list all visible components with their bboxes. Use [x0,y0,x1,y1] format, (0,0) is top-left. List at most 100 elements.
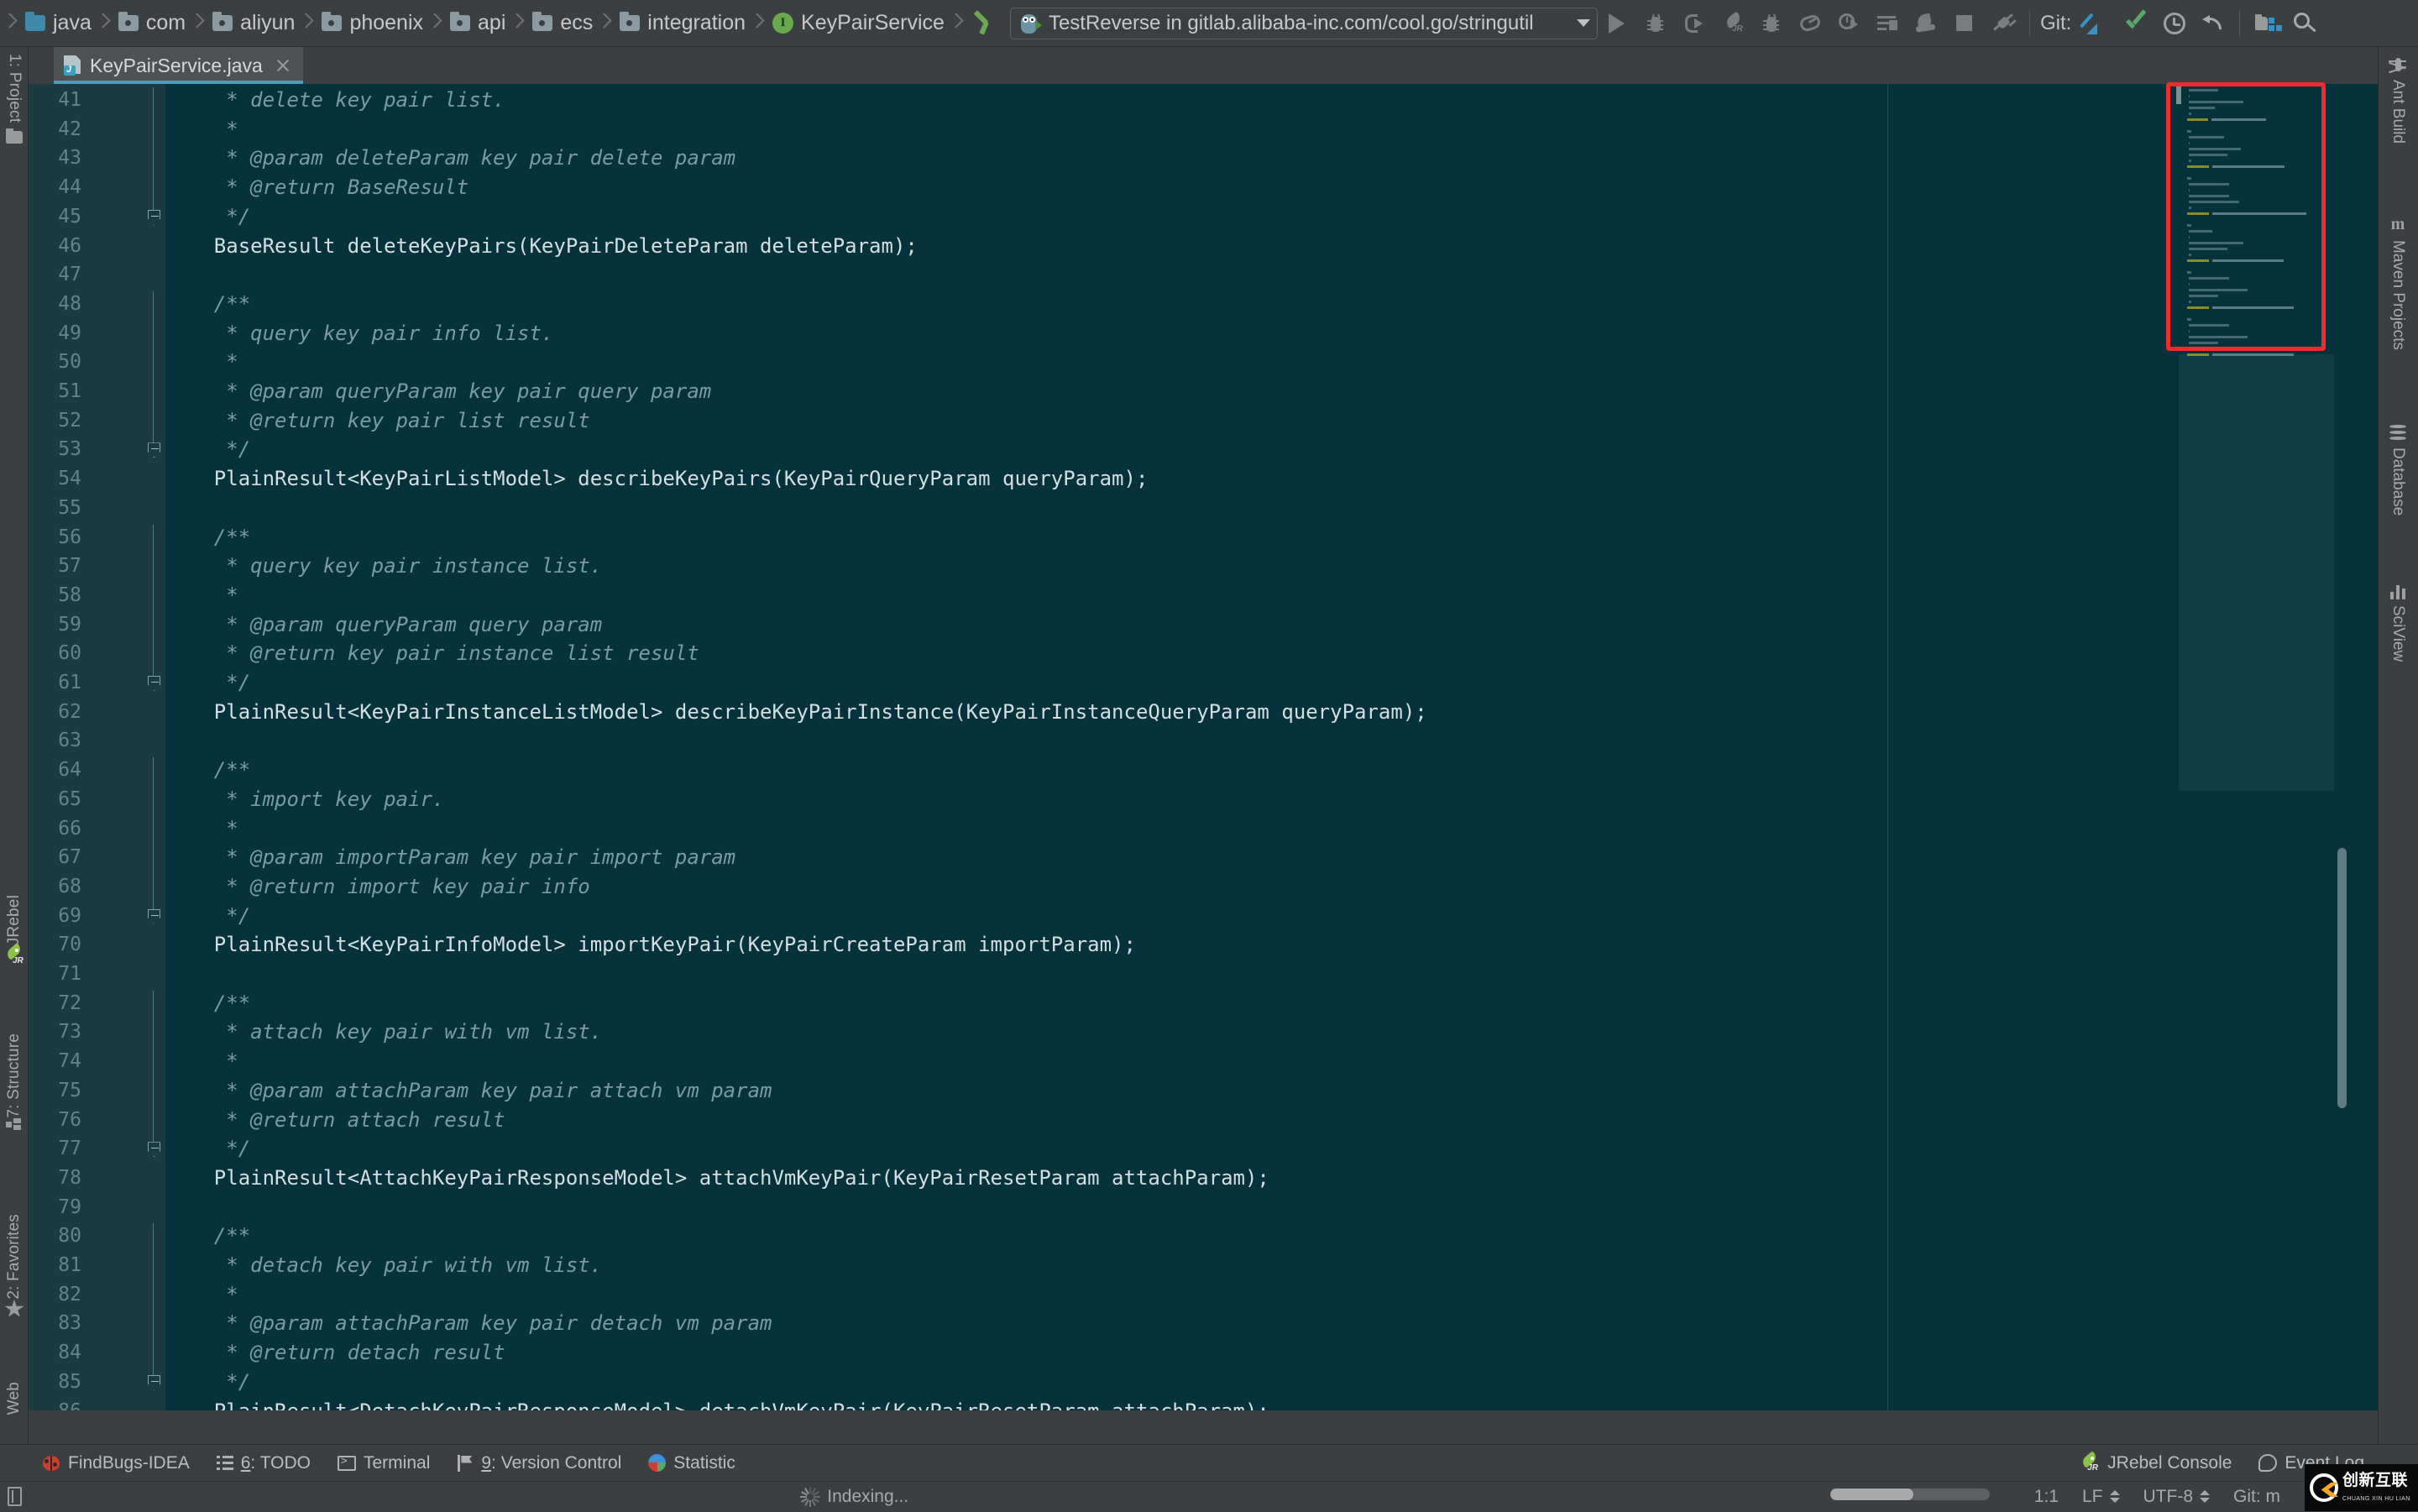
fold-collapse-button[interactable] [148,1142,160,1158]
line-number-gutter[interactable]: 41 42 43 44 45 46 47 48 49 50 51 52 53 54 55 56 57 58 59 60… [29,84,165,1410]
bottom-item-statistic[interactable]: Statistic [635,1445,749,1482]
code-line[interactable]: /** [214,989,250,1018]
profiler-button[interactable] [1791,4,1829,43]
jrebel-run-button[interactable]: JR [1714,4,1752,43]
debug-button[interactable] [1636,4,1675,43]
code-line[interactable]: * @return detach result [226,1338,505,1368]
code-minimap[interactable] [2179,84,2334,1410]
stop-button[interactable] [1945,4,1984,43]
breadcrumb-item-java[interactable]: java [17,0,97,47]
attach-process-button[interactable] [1984,4,2023,43]
sidebar-item-project[interactable]: 1: Project [0,54,29,144]
make-project-icon[interactable] [970,11,995,36]
code-line[interactable]: * @param attachParam key pair detach vm … [226,1309,772,1338]
caret-position[interactable]: 1:1 [2023,1482,2070,1512]
code-line[interactable]: * @param attachParam key pair attach vm … [226,1076,772,1106]
code-line[interactable]: * [226,115,238,144]
code-line[interactable]: * query key pair info list. [226,319,553,348]
code-line[interactable]: /** [214,290,250,319]
code-line[interactable]: PlainResult<KeyPairInfoModel> importKeyP… [214,930,1136,960]
git-commit-button[interactable] [2117,4,2155,43]
code-line[interactable]: * @param queryParam key pair query param [226,377,711,406]
sidebar-item-jrebel[interactable]: JRebel JR [0,895,29,972]
fold-collapse-button[interactable] [148,442,160,458]
code-line[interactable]: PlainResult<DetachKeyPairResponseModel> … [214,1397,1269,1411]
code-line[interactable]: * [226,1280,238,1310]
code-line[interactable]: * @param deleteParam key pair delete par… [226,144,735,173]
code-line[interactable]: * [226,348,238,377]
breadcrumb-item-keypairservice[interactable]: I KeyPairService [764,0,950,47]
fold-collapse-button[interactable] [148,676,160,691]
code-line[interactable]: * [226,1047,238,1076]
run-with-history-button[interactable] [1829,4,1868,43]
run-dashboard-button[interactable] [1868,4,1907,43]
breadcrumb-item-aliyun[interactable]: aliyun [204,0,300,47]
code-editor[interactable]: 41 42 43 44 45 46 47 48 49 50 51 52 53 54 55 56 57 58 59 60… [29,84,2378,1410]
sidebar-item-web[interactable]: Web [0,1382,29,1415]
sidebar-item-ant-build[interactable]: Ant Build [2378,55,2418,144]
code-line[interactable]: * @return attach result [226,1106,505,1135]
bottom-item-findbugs[interactable]: FindBugs-IDEA [29,1445,203,1482]
code-line[interactable]: */ [226,668,250,698]
code-line[interactable]: * attach key pair with vm list. [226,1018,602,1047]
line-separator-selector[interactable]: LF [2070,1482,2132,1512]
code-line[interactable]: */ [226,902,250,931]
bottom-item-jrebel-console[interactable]: JR JRebel Console [2066,1445,2245,1482]
wizard-button[interactable] [1907,4,1945,43]
code-line[interactable]: /** [214,523,250,552]
fold-collapse-button[interactable] [148,1374,160,1390]
minimap-scroll-handle[interactable] [2176,84,2181,104]
code-line[interactable]: * @return import key pair info [226,872,589,902]
code-line[interactable]: * @param importParam key pair import par… [226,843,735,872]
code-line[interactable]: PlainResult<KeyPairInstanceListModel> de… [214,698,1427,727]
code-line[interactable]: * [226,814,238,844]
code-line[interactable]: * query key pair instance list. [226,552,602,581]
close-icon[interactable] [273,55,293,76]
code-line[interactable]: * @param queryParam query param [226,610,602,640]
breadcrumb-item-api[interactable]: api [442,0,510,47]
editor-tab-keypairservice[interactable]: J KeyPairService.java [54,47,303,84]
code-line[interactable]: BaseResult deleteKeyPairs(KeyPairDeleteP… [214,232,918,261]
vertical-scrollbar-thumb[interactable] [2337,848,2347,1108]
code-line[interactable]: * detach key pair with vm list. [226,1251,602,1280]
bottom-item-todo[interactable]: 6 : TODO [203,1445,324,1482]
project-structure-button[interactable] [2247,4,2285,43]
minimap-viewport[interactable] [2179,354,2334,791]
bottom-item-terminal[interactable]: Terminal [324,1445,443,1482]
fold-collapse-button[interactable] [148,209,160,225]
git-update-button[interactable] [2078,4,2117,43]
git-branch-widget[interactable]: Git: m [2222,1482,2292,1512]
code-line[interactable]: * @return key pair list result [226,406,589,436]
code-line[interactable]: * @return key pair instance list result [226,639,699,668]
run-button[interactable] [1598,4,1636,43]
sidebar-item-sciview[interactable]: SciView [2378,584,2418,662]
chevron-down-icon[interactable] [1576,19,1590,27]
code-line[interactable]: * import key pair. [226,785,444,814]
code-line[interactable]: * @return BaseResult [226,173,468,202]
code-line[interactable]: */ [226,435,250,464]
git-history-button[interactable] [2155,4,2194,43]
sidebar-item-favorites[interactable]: 2: Favorites [0,1214,29,1326]
breadcrumb-item-com[interactable]: com [110,0,191,47]
code-line[interactable]: */ [226,1368,250,1397]
fold-collapse-button[interactable] [148,908,160,924]
sidebar-item-structure[interactable]: 7: Structure [0,1033,29,1138]
breadcrumb-item-integration[interactable]: integration [611,0,751,47]
code-line[interactable]: PlainResult<AttachKeyPairResponseModel> … [214,1164,1269,1193]
sidebar-item-database[interactable]: Database [2378,425,2418,515]
encoding-selector[interactable]: UTF-8 [2132,1482,2222,1512]
code-line[interactable]: PlainResult<KeyPairListModel> describeKe… [214,464,1149,494]
code-line[interactable]: */ [226,1134,250,1164]
breadcrumb-item-ecs[interactable]: ecs [524,0,598,47]
sidebar-item-maven-projects[interactable]: m Maven Projects [2378,215,2418,350]
code-line[interactable]: /** [214,1222,250,1251]
code-line[interactable]: */ [226,202,250,232]
breadcrumb-item-phoenix[interactable]: phoenix [313,0,428,47]
code-content[interactable]: * delete key pair list. * * @param deleteP… [165,84,2378,1410]
run-coverage-button[interactable] [1675,4,1714,43]
code-line[interactable]: * delete key pair list. [226,86,505,115]
run-configuration-selector[interactable]: TestReverse in gitlab.alibaba-inc.com/co… [1009,7,1598,39]
code-line[interactable]: /** [214,756,250,785]
jrebel-debug-button[interactable] [1752,4,1791,43]
git-rollback-button[interactable] [2194,4,2232,43]
